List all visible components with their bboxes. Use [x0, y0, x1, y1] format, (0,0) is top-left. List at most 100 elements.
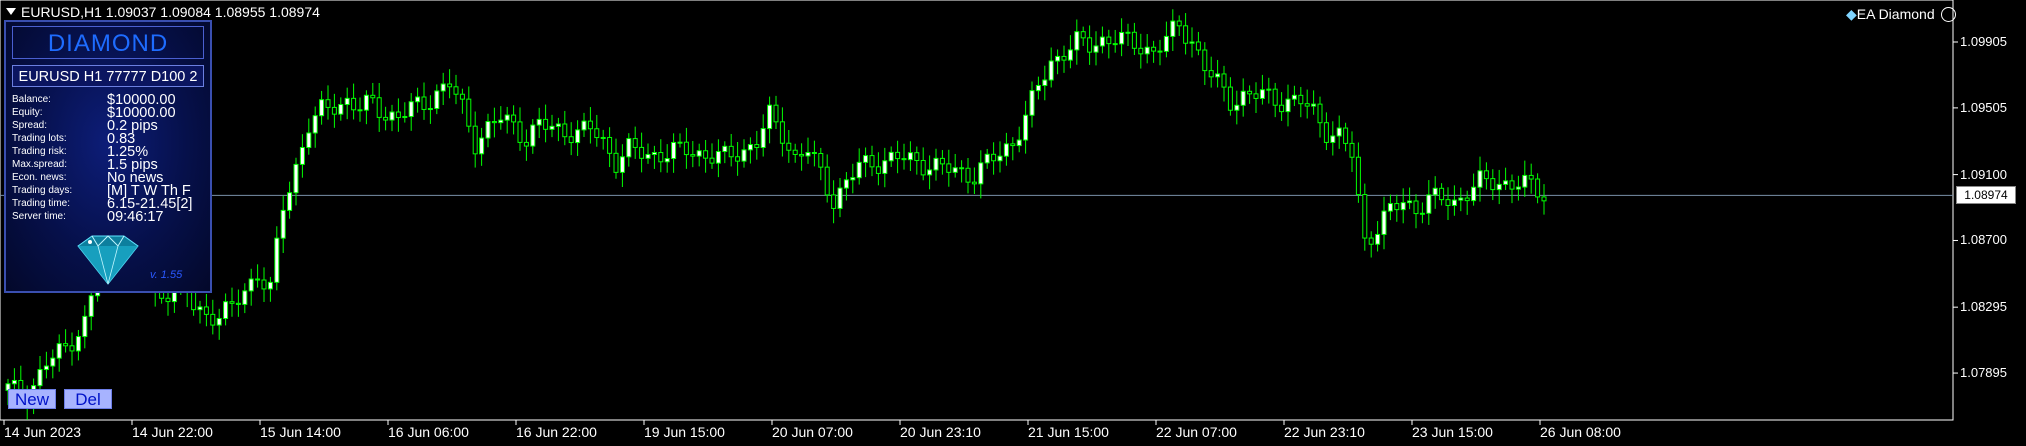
candle-bull — [1093, 45, 1099, 53]
price-tick-label: 1.09100 — [1960, 166, 2007, 182]
candle-bull — [1023, 114, 1029, 141]
candle-bear — [811, 151, 817, 155]
candle-bull — [805, 151, 811, 157]
time-tick-label: 22 Jun 23:10 — [1284, 424, 1365, 440]
candle-bull — [1336, 127, 1342, 137]
delete-button[interactable]: Del — [64, 389, 112, 409]
candle-bull — [389, 111, 395, 121]
candle-bear — [466, 98, 472, 127]
candle-bear — [325, 99, 331, 108]
candle-bull — [1003, 143, 1009, 157]
candle-bear — [895, 151, 901, 160]
candle-bull — [677, 141, 683, 144]
candle-bull — [1496, 183, 1502, 191]
candle-bear — [1176, 20, 1182, 27]
candle-bull — [651, 152, 657, 155]
candle-bull — [882, 160, 888, 174]
candle-bull — [760, 128, 766, 149]
candle-bear — [1195, 41, 1201, 51]
candle-bull — [306, 132, 312, 148]
candle-bull — [1067, 49, 1073, 61]
candle-bear — [607, 136, 613, 154]
price-tick-label: 1.07895 — [1960, 365, 2007, 381]
time-tick-label: 20 Jun 07:00 — [772, 424, 853, 440]
price-tick-label: 1.08295 — [1960, 299, 2007, 315]
time-tick-label: 23 Jun 15:00 — [1412, 424, 1493, 440]
candle-bull — [1375, 233, 1381, 245]
candle-bear — [1483, 170, 1489, 180]
candle-bear — [421, 96, 427, 110]
candle-bull — [696, 150, 702, 157]
candle-bear — [1227, 86, 1233, 111]
candle-bull — [434, 90, 440, 110]
candle-bull — [1387, 203, 1393, 212]
collapse-triangle-icon[interactable] — [6, 8, 16, 15]
candle-bull — [267, 281, 273, 290]
candle-bull — [75, 336, 81, 352]
smiley-icon — [1940, 7, 1956, 22]
candle-bear — [792, 149, 798, 155]
candle-bull — [1170, 20, 1176, 37]
candle-bull — [1035, 84, 1041, 92]
candle-bull — [427, 108, 433, 111]
candle-bear — [965, 167, 971, 183]
candle-bull — [1477, 170, 1483, 188]
candle-bull — [671, 141, 677, 160]
candle-bear — [1279, 104, 1285, 113]
price-tick-label: 1.09505 — [1960, 99, 2007, 115]
candle-bull — [485, 121, 491, 139]
candle-bull — [440, 83, 446, 92]
candle-bear — [1355, 156, 1361, 196]
candle-bear — [1131, 31, 1137, 49]
candle-bull — [1291, 94, 1297, 100]
candle-bull — [415, 96, 421, 103]
candle-bear — [946, 163, 952, 173]
candle-bear — [1247, 90, 1253, 95]
candle-bull — [863, 155, 869, 163]
candle-bear — [568, 136, 574, 144]
candle-bear — [1439, 187, 1445, 201]
candle-bull — [933, 157, 939, 171]
candle-bear — [690, 154, 696, 157]
candle-bear — [869, 155, 875, 168]
price-chart[interactable] — [0, 0, 2026, 446]
candle-bear — [1362, 194, 1368, 239]
candle-bull — [504, 114, 510, 121]
candle-bull — [1215, 73, 1221, 78]
time-tick-label: 21 Jun 15:00 — [1028, 424, 1109, 440]
expert-advisor-label[interactable]: ◆EA Diamond — [1846, 6, 1956, 23]
candle-bull — [1240, 90, 1246, 106]
candle-bear — [658, 152, 664, 163]
candle-bear — [1541, 196, 1547, 202]
symbol-header[interactable]: EURUSD,H1 1.09037 1.09084 1.08955 1.0897… — [6, 4, 320, 20]
candle-bull — [536, 118, 542, 126]
new-button[interactable]: New — [8, 389, 56, 409]
candle-bear — [69, 345, 75, 352]
candle-bull — [216, 318, 222, 326]
candle-bear — [920, 159, 926, 176]
candle-bear — [1080, 31, 1086, 39]
candle-bull — [837, 187, 843, 209]
diamond-logo-icon — [77, 235, 139, 285]
candle-bull — [1144, 46, 1150, 55]
candle-bear — [1394, 203, 1400, 211]
candle-bear — [799, 153, 805, 157]
candle-bull — [299, 146, 305, 165]
candle-bear — [831, 194, 837, 209]
time-tick-label: 19 Jun 15:00 — [644, 424, 725, 440]
candle-bull — [1099, 36, 1105, 47]
candle-bull — [1285, 98, 1291, 113]
candle-bear — [1202, 49, 1208, 72]
candle-bull — [1074, 31, 1080, 51]
panel-title: DIAMOND — [12, 26, 204, 59]
candle-bear — [331, 106, 337, 115]
candle-bear — [613, 152, 619, 173]
candle-bear — [709, 157, 715, 164]
candle-bear — [779, 121, 785, 144]
candle-bear — [1349, 142, 1355, 158]
candle-bear — [459, 93, 465, 100]
candle-bear — [235, 302, 241, 305]
candle-bear — [1413, 200, 1419, 215]
candle-bear — [1323, 122, 1329, 143]
candle-bear — [376, 97, 382, 118]
